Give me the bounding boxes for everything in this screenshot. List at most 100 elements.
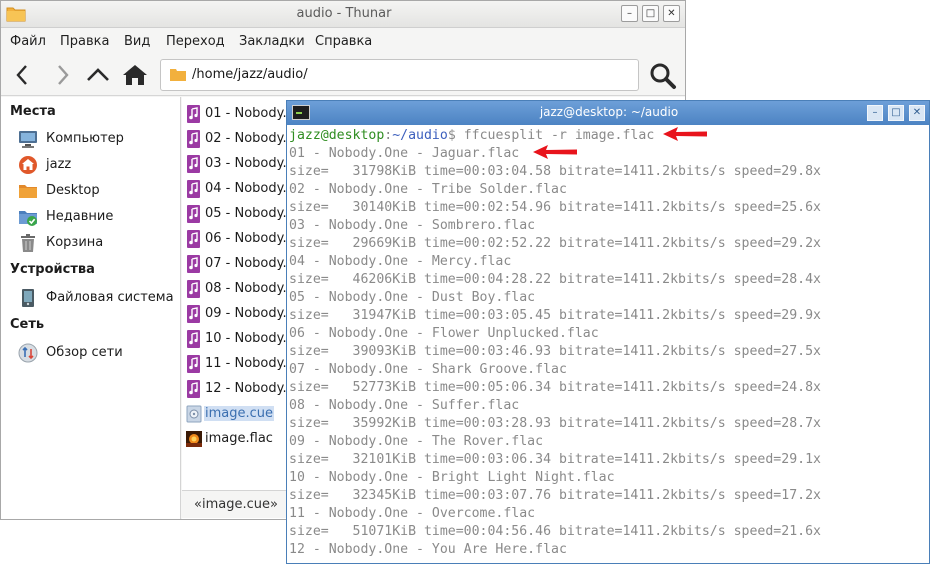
search-icon[interactable]	[649, 62, 677, 90]
location-bar[interactable]: /home/jazz/audio/	[160, 59, 639, 91]
file-label: 12 - Nobody.O	[205, 381, 297, 396]
command-text: ffcuesplit -r image.flac	[455, 128, 655, 143]
menu-help[interactable]: Справка	[315, 34, 372, 49]
output-line: size= 35992KiB time=00:03:28.93 bitrate=…	[289, 416, 821, 431]
output-line: 11 - Nobody.One - Overcome.flac	[289, 506, 536, 521]
sidebar-heading-places: Места	[10, 104, 56, 119]
thunar-titlebar[interactable]: audio - Thunar – □ ✕	[1, 1, 685, 28]
file-label: 04 - Nobody.O	[205, 181, 297, 196]
file-label: 03 - Nobody.O	[205, 156, 297, 171]
menu-go[interactable]: Переход	[166, 34, 225, 49]
back-icon[interactable]	[10, 63, 36, 87]
sidebar-item-label: Обзор сети	[46, 345, 123, 360]
terminal-window: jazz@desktop: ~/audio – □ ✕ jazz@desktop…	[286, 100, 930, 564]
output-line: 06 - Nobody.One - Flower Unplucked.flac	[289, 326, 599, 341]
home-folder-icon	[19, 156, 37, 174]
audio-file-icon	[187, 355, 200, 373]
sidebar-item-label: Корзина	[46, 235, 104, 250]
folder-icon	[170, 69, 186, 81]
terminal-close-button[interactable]: ✕	[909, 105, 925, 121]
output-line: size= 32101KiB time=00:03:06.34 bitrate=…	[289, 452, 821, 467]
output-line: size= 52773KiB time=00:05:06.34 bitrate=…	[289, 380, 821, 395]
sidebar-item-label: jazz	[46, 157, 72, 172]
audio-file-icon	[187, 155, 200, 173]
file-label: 08 - Nobody.O	[205, 281, 297, 296]
minimize-button[interactable]: –	[621, 5, 638, 22]
output-line: size= 32345KiB time=00:03:07.76 bitrate=…	[289, 488, 821, 503]
prompt-line: jazz@desktop:~/audio$ ffcuesplit -r imag…	[289, 127, 654, 145]
output-line: 09 - Nobody.One - The Rover.flac	[289, 434, 544, 449]
output-line: 12 - Nobody.One - You Are Here.flac	[289, 542, 567, 557]
menu-edit[interactable]: Правка	[60, 34, 109, 49]
prompt-symbol: $	[447, 128, 456, 143]
close-button[interactable]: ✕	[663, 5, 680, 22]
file-label: 07 - Nobody.O	[205, 256, 297, 271]
toolbar: /home/jazz/audio/	[1, 54, 685, 96]
prompt-path: ~/audio	[392, 128, 448, 143]
output-line: 03 - Nobody.One - Sombrero.flac	[289, 218, 536, 233]
location-path: /home/jazz/audio/	[192, 67, 308, 82]
output-line: size= 30140KiB time=00:02:54.96 bitrate=…	[289, 200, 821, 215]
menubar: Файл Правка Вид Переход Закладки Справка	[1, 29, 685, 53]
output-line: size= 31947KiB time=00:03:05.45 bitrate=…	[289, 308, 821, 323]
window-title: audio - Thunar	[296, 6, 392, 21]
trash-icon	[21, 234, 35, 252]
sidebar-item-label: Файловая система	[46, 290, 174, 305]
file-label: 01 - Nobody.O	[205, 106, 297, 121]
output-line: size= 29669KiB time=00:02:52.22 bitrate=…	[289, 236, 821, 251]
terminal-minimize-button[interactable]: –	[867, 105, 883, 121]
file-label: 11 - Nobody.O	[205, 356, 297, 371]
terminal-titlebar[interactable]: jazz@desktop: ~/audio – □ ✕	[287, 101, 929, 125]
audio-file-icon	[187, 280, 200, 298]
sidebar-heading-network: Сеть	[10, 317, 45, 332]
network-icon	[18, 343, 38, 363]
file-label: 06 - Nobody.O	[205, 231, 297, 246]
terminal-output[interactable]: jazz@desktop:~/audio$ ffcuesplit -r imag…	[287, 126, 929, 563]
audio-file-icon	[187, 205, 200, 223]
output-line: 04 - Nobody.One - Mercy.flac	[289, 254, 512, 269]
computer-icon	[19, 131, 37, 148]
file-label: 05 - Nobody.O	[205, 206, 297, 221]
sidebar: Места Компьютер jazz Desktop Недавние Ко…	[1, 97, 181, 519]
file-label: 02 - Nobody.O	[205, 131, 297, 146]
home-icon[interactable]	[122, 63, 148, 87]
output-line: 10 - Nobody.One - Bright Light Night.fla…	[289, 470, 615, 485]
filesystem-icon	[22, 289, 34, 307]
menu-file[interactable]: Файл	[10, 34, 46, 49]
maximize-button[interactable]: □	[642, 5, 659, 22]
output-line: 07 - Nobody.One - Shark Groove.flac	[289, 362, 567, 377]
output-line: size= 46206KiB time=00:04:28.22 bitrate=…	[289, 272, 821, 287]
output-line: size= 31798KiB time=00:03:04.58 bitrate=…	[289, 164, 821, 179]
audio-file-icon	[187, 305, 200, 323]
audio-file-icon	[187, 130, 200, 148]
terminal-maximize-button[interactable]: □	[888, 105, 904, 121]
output-line: 01 - Nobody.One - Jaguar.flac	[289, 146, 520, 161]
file-label: image.cue	[204, 406, 275, 421]
desktop-folder-icon	[19, 185, 37, 198]
flac-cover-icon	[186, 431, 202, 447]
sidebar-item-label: Компьютер	[46, 131, 124, 146]
cue-file-icon	[186, 405, 202, 423]
red-arrow-icon	[533, 145, 577, 159]
status-text: «image.cue»	[194, 497, 278, 512]
up-icon[interactable]	[85, 63, 111, 87]
sidebar-heading-devices: Устройства	[10, 262, 95, 277]
audio-file-icon	[187, 230, 200, 248]
prompt-user-host: jazz@desktop	[289, 128, 385, 143]
forward-icon[interactable]	[49, 63, 75, 87]
output-line: size= 51071KiB time=00:04:56.46 bitrate=…	[289, 524, 821, 539]
sidebar-item-label: Недавние	[46, 209, 114, 224]
file-label: image.flac	[205, 431, 273, 446]
recent-icon	[19, 211, 37, 226]
audio-file-icon	[187, 180, 200, 198]
audio-file-icon	[187, 380, 200, 398]
menu-bookmarks[interactable]: Закладки	[239, 34, 305, 49]
audio-file-icon	[187, 105, 200, 123]
output-line: 08 - Nobody.One - Suffer.flac	[289, 398, 520, 413]
menu-view[interactable]: Вид	[124, 34, 150, 49]
output-line: size= 39093KiB time=00:03:46.93 bitrate=…	[289, 344, 821, 359]
terminal-title: jazz@desktop: ~/audio	[539, 105, 679, 119]
audio-file-icon	[187, 330, 200, 348]
file-label: 09 - Nobody.O	[205, 306, 297, 321]
file-label: 10 - Nobody.O	[205, 331, 297, 346]
